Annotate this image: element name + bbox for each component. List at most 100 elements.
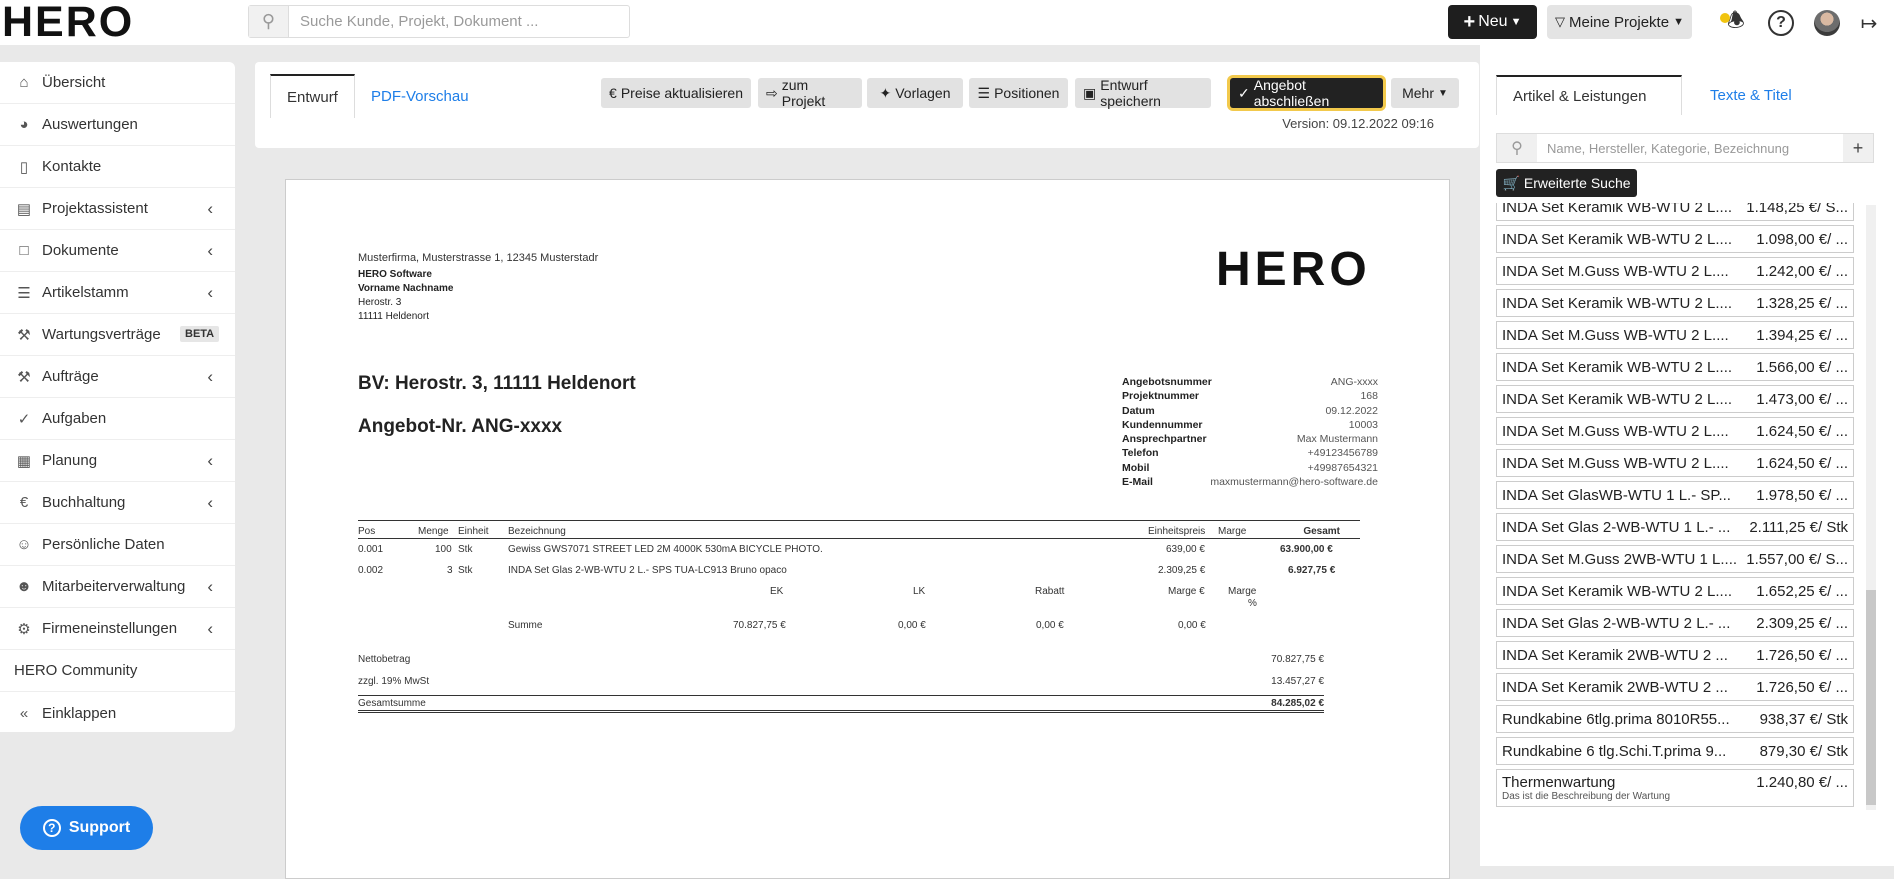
avatar[interactable] (1814, 10, 1840, 36)
total-value: 84.285,02 € (1271, 698, 1324, 709)
to-project-button[interactable]: ⇨ zum Projekt (758, 77, 862, 109)
article-name: INDA Set Keramik WB-WTU 2 L.... (1502, 294, 1733, 312)
to-project-label: zum Projekt (781, 77, 826, 109)
list-item[interactable]: INDA Set Keramik 2WB-WTU 2 ... 1.726,50 €… (1496, 673, 1854, 701)
tab-texte-titel[interactable]: Texte & Titel (1694, 75, 1808, 115)
list-item[interactable]: INDA Set M.Guss 2WB-WTU 1 L.... 1.557,00 … (1496, 545, 1854, 573)
help-icon[interactable]: ? (1768, 10, 1794, 36)
chevron-left-icon: ‹ (207, 576, 213, 596)
save-icon: ▣ (1083, 84, 1097, 101)
sidebar-item-aufgaben[interactable]: ✓ Aufgaben (0, 398, 235, 440)
wrench-icon: ⚒ (17, 368, 31, 386)
sidebar-item-artikelstamm[interactable]: ☰ Artikelstamm ‹ (0, 272, 235, 314)
article-list-scrollbar[interactable] (1866, 205, 1876, 810)
home-icon: ⌂ (19, 74, 29, 91)
list-item[interactable]: INDA Set Keramik WB-WTU 2 L.... 1.473,00 … (1496, 385, 1854, 413)
logout-icon[interactable]: ↦ (1855, 9, 1883, 37)
sidebar-item-label: Mitarbeiterverwaltung (42, 578, 186, 595)
positions-label: Positionen (994, 85, 1060, 101)
meta-value: 10003 (1348, 418, 1378, 431)
list-item[interactable]: INDA Set Keramik WB-WTU 2 L.... 1.328,25 … (1496, 289, 1854, 317)
chevron-left-icon: ‹ (207, 450, 213, 470)
list-item[interactable]: INDA Set GlasWB-WTU 1 L.- SP... 1.978,50 … (1496, 481, 1854, 509)
meta-value: ANG-xxxx (1330, 376, 1378, 388)
article-name: INDA Set Glas 2-WB-WTU 2 L.- ... (1502, 614, 1731, 632)
sidebar-item-mitarbeiterverwaltung[interactable]: ☻ Mitarbeiterverwaltung ‹ (0, 566, 235, 608)
support-button[interactable]: ? Support (20, 806, 153, 850)
finish-offer-button[interactable]: ✓ Angebot abschließen (1230, 77, 1383, 109)
sidebar-item-auftraege[interactable]: ⚒ Aufträge ‹ (0, 356, 235, 398)
save-draft-button[interactable]: ▣ Entwurf speichern (1075, 77, 1211, 109)
more-dropdown[interactable]: Mehr ▼ (1391, 78, 1459, 108)
cell-bezeichnung: INDA Set Glas 2-WB-WTU 2 L.- SPS TUA-LC9… (508, 565, 787, 576)
article-search-input[interactable]: Name, Hersteller, Kategorie, Bezeichnung (1537, 141, 1843, 156)
update-prices-button[interactable]: € Preise aktualisieren (601, 78, 751, 108)
new-button[interactable]: + Neu ▼ (1448, 5, 1537, 39)
sidebar-item-label: Persönliche Daten (42, 536, 165, 553)
my-projects-filter[interactable]: ▽ Meine Projekte ▼ (1547, 5, 1692, 39)
scrollbar-thumb[interactable] (1866, 590, 1876, 805)
tab-pdf-vorschau[interactable]: PDF-Vorschau (355, 76, 485, 116)
global-search[interactable]: ⚲ Suche Kunde, Projekt, Dokument ... (248, 5, 630, 38)
sidebar-item-hero-community[interactable]: HERO Community (0, 650, 235, 692)
sidebar-item-planung[interactable]: ▦ Planung ‹ (0, 440, 235, 482)
tab-entwurf[interactable]: Entwurf (270, 74, 355, 118)
sidebar-item-wartungsvertraege[interactable]: ⚒ Wartungsverträge BETA (0, 314, 235, 356)
list-item[interactable]: INDA Set M.Guss WB-WTU 2 L.... 1.394,25 €… (1496, 321, 1854, 349)
cell-einheit: Stk (458, 565, 473, 576)
templates-button[interactable]: ✦ Vorlagen (867, 78, 963, 108)
calc-rabatt-header: Rabatt (1035, 586, 1065, 597)
calendar-icon: ▦ (16, 452, 32, 470)
sidebar-item-label: Aufträge (42, 368, 99, 385)
finish-offer-label: Angebot abschließen (1253, 77, 1330, 109)
tab-artikel-leistungen[interactable]: Artikel & Leistungen (1496, 75, 1682, 115)
positions-button[interactable]: ☰ Positionen (969, 78, 1068, 108)
article-name: Rundkabine 6tlg.prima 8010R55... (1502, 710, 1730, 728)
sidebar-item-kontakte[interactable]: ▯ Kontakte (0, 146, 235, 188)
sidebar-item-firmeneinstellungen[interactable]: ⚙ Firmeneinstellungen ‹ (0, 608, 235, 650)
new-label: Neu (1478, 13, 1508, 30)
recipient-street: Herostr. 3 (358, 297, 402, 308)
sidebar-item-label: Wartungsverträge (42, 326, 161, 343)
sidebar-item-buchhaltung[interactable]: € Buchhaltung ‹ (0, 482, 235, 524)
list-item[interactable]: INDA Set Keramik 2WB-WTU 2 ... 1.726,50 €… (1496, 641, 1854, 669)
list-item[interactable]: INDA Set M.Guss WB-WTU 2 L.... 1.624,50 €… (1496, 417, 1854, 445)
list-item[interactable]: INDA Set Keramik WB-WTU 2 L.... 1.652,25 … (1496, 577, 1854, 605)
list-item[interactable]: Rundkabine 6tlg.prima 8010R55... 938,37 €… (1496, 705, 1854, 733)
calc-header-row: EK LK Rabatt Marge € Marge % (358, 581, 1360, 615)
recipient-name: Vorname Nachname (358, 283, 454, 294)
sidebar-item-label: Auswertungen (42, 116, 138, 133)
add-article-button[interactable]: + (1843, 134, 1873, 162)
cell-gesamt: 63.900,00 € (1280, 544, 1333, 555)
list-item[interactable]: INDA Set M.Guss WB-WTU 2 L.... 1.242,00 €… (1496, 257, 1854, 285)
hero-logo[interactable]: HERO (2, 0, 134, 46)
article-name: INDA Set M.Guss 2WB-WTU 1 L.... (1502, 550, 1738, 568)
sidebar-item-auswertungen[interactable]: ◕ Auswertungen (0, 104, 235, 146)
version-text: Version: 09.12.2022 09:16 (1282, 116, 1434, 131)
list-item[interactable]: INDA Set Keramik WB-WTU 2 L.... 1.098,00 … (1496, 225, 1854, 253)
sidebar-item-label: Artikelstamm (42, 284, 129, 301)
advanced-search-button[interactable]: 🛒 Erweiterte Suche (1496, 169, 1637, 197)
article-search[interactable]: ⚲ Name, Hersteller, Kategorie, Bezeichnu… (1496, 133, 1874, 163)
article-price: 2.309,25 €/ ... (1756, 614, 1848, 632)
sidebar-item-label: Aufgaben (42, 410, 107, 427)
sidebar-item-projektassistent[interactable]: ▤ Projektassistent ‹ (0, 188, 235, 230)
list-item[interactable]: Rundkabine 6 tlg.Schi.T.prima 9... 879,30… (1496, 737, 1854, 765)
search-input[interactable]: Suche Kunde, Projekt, Dokument ... (289, 13, 538, 30)
calc-marge-pct-unit: % (1248, 598, 1257, 609)
article-name: INDA Set Keramik 2WB-WTU 2 ... (1502, 646, 1728, 664)
update-prices-label: Preise aktualisieren (620, 85, 743, 101)
sidebar-collapse[interactable]: « Einklappen (0, 692, 235, 734)
list-item[interactable]: INDA Set Keramik WB-WTU 2 L.... 1.566,00 … (1496, 353, 1854, 381)
sidebar-item-dokumente[interactable]: □ Dokumente ‹ (0, 230, 235, 272)
list-item[interactable]: INDA Set Glas 2-WB-WTU 1 L.- ... 2.111,25… (1496, 513, 1854, 541)
list-item[interactable]: INDA Set Glas 2-WB-WTU 2 L.- ... 2.309,25… (1496, 609, 1854, 637)
article-price: 1.624,50 €/ ... (1756, 422, 1848, 440)
list-item[interactable]: INDA Set Keramik WB-WTU 2 L.... 1.148,25 … (1496, 203, 1854, 221)
sidebar-item-uebersicht[interactable]: ⌂ Übersicht (0, 62, 235, 104)
list-item[interactable]: Thermenwartung 1.240,80 €/ ... Das ist di… (1496, 769, 1854, 807)
list-item[interactable]: INDA Set M.Guss WB-WTU 2 L.... 1.624,50 €… (1496, 449, 1854, 477)
article-price: 1.726,50 €/ ... (1756, 646, 1848, 664)
article-name: INDA Set Keramik WB-WTU 2 L.... (1502, 390, 1733, 408)
sidebar-item-persoenliche-daten[interactable]: ☺ Persönliche Daten (0, 524, 235, 566)
